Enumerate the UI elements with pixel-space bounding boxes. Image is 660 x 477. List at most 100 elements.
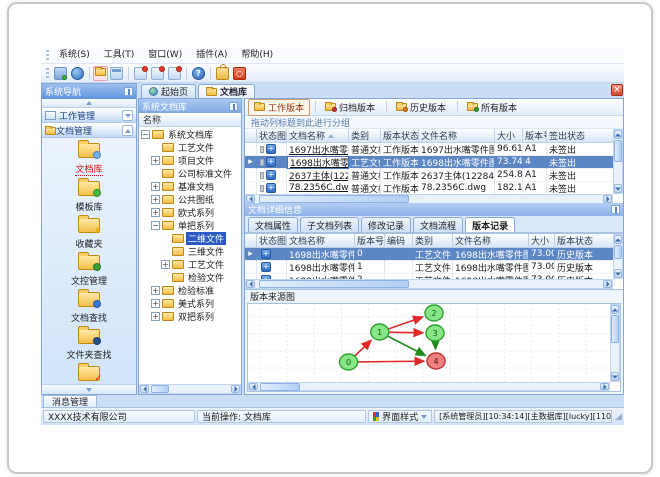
close-tab-button[interactable]: × xyxy=(611,84,623,96)
column-header-版本号[interactable]: 版本号 xyxy=(355,234,385,248)
scroll-right-button[interactable] xyxy=(231,385,240,393)
menu-item[interactable]: 窗口(W) xyxy=(141,47,189,63)
scroll-right-button[interactable] xyxy=(603,195,612,203)
tab-文档库[interactable]: 文档库 xyxy=(198,84,256,98)
expander-plus-icon[interactable]: + xyxy=(151,286,160,295)
scroll-left-button[interactable] xyxy=(246,280,255,288)
graph-node-0[interactable]: 0 xyxy=(338,353,359,371)
sidebar-item-模板库[interactable]: 模板库 xyxy=(42,178,136,213)
menu-grip[interactable] xyxy=(46,49,49,61)
toolbar-button[interactable] xyxy=(93,65,108,81)
expander-minus-icon[interactable]: − xyxy=(151,221,160,230)
scroll-track[interactable] xyxy=(149,385,231,393)
version-table-vscrollbar[interactable] xyxy=(613,234,623,279)
column-header-文件名称[interactable]: 文件名称 xyxy=(453,234,529,248)
scroll-thumb[interactable] xyxy=(259,280,409,288)
scroll-right-button[interactable] xyxy=(603,280,612,288)
column-header-类别[interactable]: 类别 xyxy=(349,129,381,143)
scroll-left-button[interactable] xyxy=(140,385,149,393)
mail-send-icon[interactable] xyxy=(134,65,148,80)
scroll-down-button[interactable] xyxy=(614,184,622,193)
toolbar-grip[interactable] xyxy=(46,67,49,79)
column-header-大小[interactable]: 大小 xyxy=(529,234,555,248)
menu-item[interactable]: 插件(A) xyxy=(189,47,234,63)
scroll-thumb[interactable] xyxy=(614,245,622,259)
tree-node-系统文档库[interactable]: − 系统文档库 xyxy=(139,128,241,141)
pin-icon[interactable] xyxy=(229,101,238,111)
table-row[interactable]: +1698出水嘴零件图.dwg1工艺文件1698出水嘴零件图.dwg73.00K… xyxy=(245,261,623,274)
mail-receive-icon[interactable] xyxy=(151,65,165,80)
chevron-button[interactable] xyxy=(122,110,133,121)
expander-plus-icon[interactable]: + xyxy=(151,299,160,308)
chevron-button[interactable] xyxy=(122,125,133,136)
sidebar-group-文档管理[interactable]: 文档管理 xyxy=(42,123,136,138)
exit-icon[interactable]: ○ xyxy=(233,66,246,80)
column-header-状态图[interactable]: 状态图 xyxy=(257,234,287,248)
sidebar-item-文档库[interactable]: 文档库 xyxy=(42,140,136,176)
column-header-版本状态[interactable]: 版本状态 xyxy=(555,234,615,248)
tree-node-公共图纸[interactable]: + 公共图纸 xyxy=(139,193,241,206)
scroll-thumb[interactable] xyxy=(260,383,300,391)
column-header-签出状态[interactable]: 签出状态 xyxy=(547,129,617,143)
pin-icon[interactable] xyxy=(124,87,133,96)
ui-style-selector[interactable]: 界面样式 xyxy=(368,410,433,423)
scroll-up-button[interactable] xyxy=(614,130,622,139)
scroll-thumb[interactable] xyxy=(614,140,622,162)
tab-起始页[interactable]: 起始页 xyxy=(141,84,197,98)
tab-message-management[interactable]: 消息管理 xyxy=(43,395,98,408)
tree-node-欧式系列[interactable]: + 欧式系列 xyxy=(139,206,241,219)
sidebar-item-签出的文档[interactable]: ✓签出的文档 xyxy=(42,363,136,384)
sidebar-item-文件夹查找[interactable]: 文件夹查找 xyxy=(42,326,136,361)
expander-plus-icon[interactable]: + xyxy=(161,260,170,269)
scroll-track[interactable] xyxy=(255,195,603,203)
sidebar-expand-strip[interactable] xyxy=(42,384,136,394)
resize-grip[interactable]: ◢ xyxy=(615,412,622,422)
tree-node-二维文件[interactable]: 二维文件 xyxy=(139,232,241,245)
scroll-down-button[interactable] xyxy=(611,372,619,381)
tree-node-三维文件[interactable]: 三维文件 xyxy=(139,245,241,258)
menu-item[interactable]: 帮助(H) xyxy=(234,47,280,63)
column-header-类别[interactable]: 类别 xyxy=(413,234,453,248)
tree-node-项目文件[interactable]: + 项目文件 xyxy=(139,154,241,167)
window-icon[interactable] xyxy=(110,66,123,80)
table-row[interactable]: ▸+1698出水嘴零件图.dwg工艺文件工作版本1698出水嘴零件图.dwg73… xyxy=(245,156,623,169)
历史版本-button[interactable]: 历史版本 xyxy=(390,99,452,116)
monitor-icon[interactable] xyxy=(54,66,67,80)
tab-文档流程[interactable]: 文档流程 xyxy=(413,217,464,232)
tree-column-header[interactable]: 名称 xyxy=(139,113,241,127)
column-header-版本状态[interactable]: 版本状态 xyxy=(381,129,419,143)
tree-node-工艺文件[interactable]: 工艺文件 xyxy=(139,141,241,154)
graph-hscrollbar[interactable] xyxy=(248,382,610,391)
graph-node-4[interactable]: 4 xyxy=(426,352,446,370)
sidebar-item-文档查找[interactable]: 文档查找 xyxy=(42,289,136,324)
graph-node-3[interactable]: 3 xyxy=(425,324,445,342)
tree-horizontal-scrollbar[interactable] xyxy=(139,384,241,394)
tree-node-公司标准文件[interactable]: 公司标准文件 xyxy=(139,167,241,180)
version-graph-canvas[interactable]: 0 1 2 3 4 xyxy=(248,304,610,382)
column-header-状态图[interactable]: 状态图 xyxy=(257,129,287,143)
tree-node-双把系列[interactable]: + 双把系列 xyxy=(139,310,241,323)
table-row[interactable]: ▸+1698出水嘴零件图.dwg0工艺文件1698出水嘴零件图.dwg73.00… xyxy=(245,248,623,261)
scroll-track[interactable] xyxy=(614,244,622,269)
sidebar-item-文控管理[interactable]: 文控管理 xyxy=(42,252,136,287)
column-header-大小[interactable]: 大小 xyxy=(495,129,523,143)
tree-node-检验标准[interactable]: + 检验标准 xyxy=(139,284,241,297)
sidebar-collapse-strip[interactable] xyxy=(42,99,136,108)
lock-icon[interactable] xyxy=(216,63,229,80)
graph-node-2[interactable]: 2 xyxy=(424,304,444,322)
tree-node-工艺文件[interactable]: + 工艺文件 xyxy=(139,258,241,271)
mail-alert-icon[interactable] xyxy=(168,65,182,80)
tab-文档属性[interactable]: 文档属性 xyxy=(248,217,299,232)
所有版本-button[interactable]: 所有版本 xyxy=(461,99,523,116)
column-header-版本号[interactable]: 版本号 xyxy=(523,129,547,143)
table-row[interactable]: +1697出水嘴零件图.dwg普通文档工作版本1697出水嘴零件图.dwg96.… xyxy=(245,143,623,156)
tab-子文档列表[interactable]: 子文档列表 xyxy=(300,217,360,232)
globe-icon[interactable] xyxy=(71,66,84,80)
scroll-thumb[interactable] xyxy=(611,315,619,343)
expander-plus-icon[interactable]: + xyxy=(151,156,160,165)
scroll-track[interactable] xyxy=(614,139,622,184)
version-table-hscrollbar[interactable] xyxy=(245,279,613,289)
归档版本-button[interactable]: 归档版本 xyxy=(319,99,381,116)
expander-plus-icon[interactable]: + xyxy=(151,208,160,217)
scroll-down-button[interactable] xyxy=(614,269,622,278)
